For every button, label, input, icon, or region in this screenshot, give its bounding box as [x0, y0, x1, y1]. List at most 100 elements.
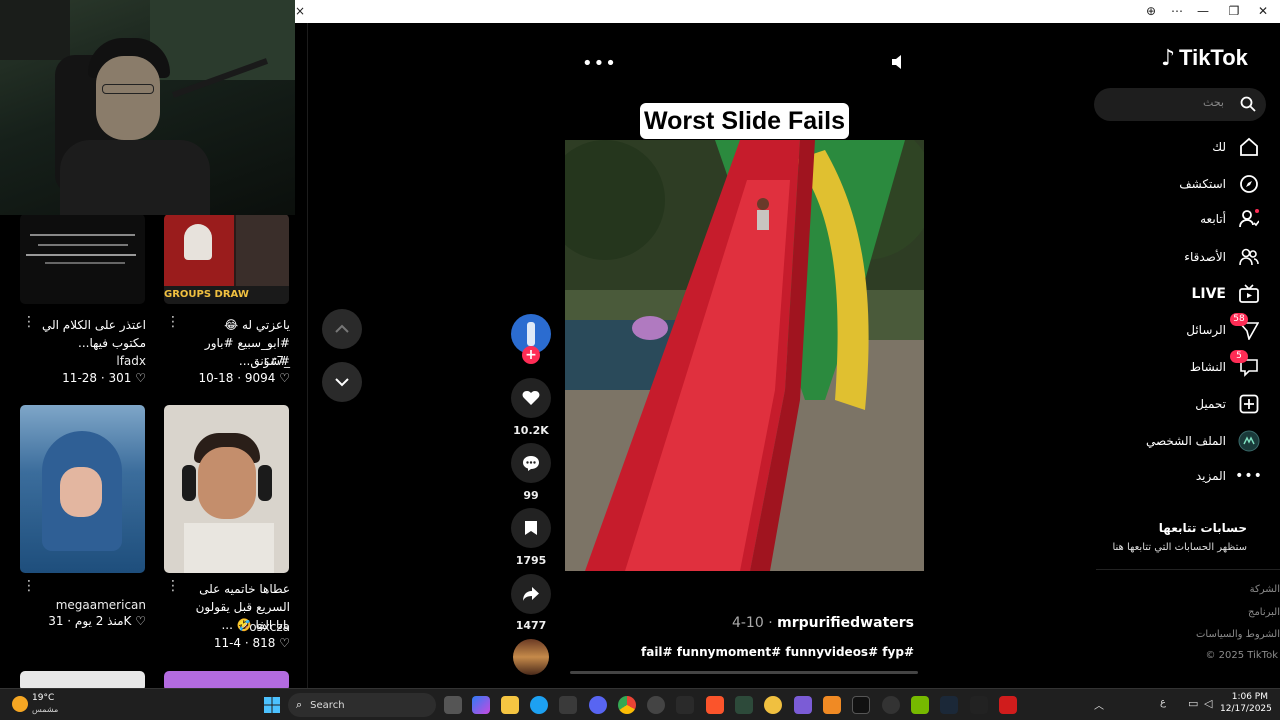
terminal-icon[interactable] [735, 696, 753, 714]
volume-icon[interactable] [890, 53, 906, 71]
app-icon[interactable] [823, 696, 841, 714]
share-button[interactable] [511, 574, 551, 614]
weather-temp[interactable]: 19°C [32, 693, 54, 703]
kebab-icon[interactable]: ⋮ [166, 314, 180, 330]
video-thumbnail[interactable] [20, 671, 145, 688]
tiktok-logo[interactable]: ♪ TikTok [1161, 44, 1261, 72]
chevron-down-icon [335, 378, 349, 387]
music-disc-icon[interactable] [513, 639, 549, 675]
discord-icon[interactable] [589, 696, 607, 714]
app-icon[interactable] [999, 696, 1017, 714]
messages-badge: 58 [1230, 313, 1248, 326]
zoom-icon[interactable]: ⊕ [1142, 3, 1160, 19]
volume-icon[interactable]: ◁ [1204, 697, 1212, 710]
kebab-icon[interactable]: ⋮ [166, 578, 180, 594]
store-icon[interactable] [559, 696, 577, 714]
search-icon[interactable] [1240, 96, 1256, 112]
video-title-overlay: Worst Slide Fails [640, 103, 849, 139]
sidebar-item-live[interactable]: LIVE [1191, 282, 1260, 306]
sidebar-item-explore[interactable]: استكشف [1179, 172, 1260, 196]
edge-icon[interactable] [530, 696, 548, 714]
more-icon: ••• [1235, 468, 1263, 484]
clock-date[interactable]: 12/17/2025 [1220, 704, 1272, 714]
heart-outline-icon: ♡ [135, 614, 146, 628]
file-explorer-icon[interactable] [501, 696, 519, 714]
sidebar-item-profile[interactable]: الملف الشخصي [1146, 429, 1260, 453]
friends-icon [1238, 246, 1260, 268]
footer-terms-link[interactable]: الشروط والسياسات [1196, 629, 1280, 640]
video-author[interactable]: osxcza [182, 620, 290, 634]
more-options-icon[interactable]: ••• [582, 53, 617, 74]
video-date: 10-18 [198, 371, 234, 385]
kebab-icon[interactable]: ⋮ [22, 314, 36, 330]
follow-plus-icon[interactable]: + [522, 346, 540, 364]
maximize-button[interactable]: ❐ [1225, 3, 1243, 19]
chrome-icon[interactable] [618, 696, 636, 714]
video-thumbnail[interactable] [20, 405, 145, 573]
footer-company-link[interactable]: الشركة [1250, 584, 1280, 595]
nvidia-icon[interactable] [911, 696, 929, 714]
app-icon[interactable] [882, 696, 900, 714]
comment-button[interactable] [511, 443, 551, 483]
task-view-icon[interactable] [444, 696, 462, 714]
video-author[interactable]: lfadx [40, 354, 146, 368]
taskbar-search[interactable]: ⌕ Search [288, 693, 436, 717]
sidebar-item-messages[interactable]: الرسائل 58 [1186, 313, 1260, 342]
save-button[interactable] [511, 508, 551, 548]
kebab-icon[interactable]: ⋮ [22, 578, 36, 594]
video-thumbnail[interactable] [164, 405, 289, 573]
sidebar-item-more[interactable]: المزيد ••• [1196, 464, 1263, 488]
sidebar-item-home[interactable]: لك [1212, 135, 1260, 159]
tiktok-taskbar-icon[interactable] [852, 696, 870, 714]
sidebar-item-activity[interactable]: النشاط 5 [1189, 350, 1260, 379]
footer-program-link[interactable]: البرنامج [1248, 607, 1280, 618]
video-author[interactable]: megaamerican [40, 598, 146, 612]
close-window-button[interactable]: ✕ [1254, 3, 1272, 19]
heart-outline-icon: ♡ [135, 371, 146, 385]
video-thumbnail[interactable] [164, 671, 289, 688]
video-thumbnail[interactable] [20, 214, 145, 304]
search-input[interactable]: بحث [1094, 88, 1266, 121]
video-author[interactable]: r.r7_ [182, 354, 290, 368]
video-date: 11-28 [62, 371, 98, 385]
video-caption: اعتذر على الكلام الي مكتوب فيها... [42, 318, 146, 350]
language-indicator[interactable]: ع [1160, 697, 1166, 708]
bookmark-icon [525, 521, 537, 535]
footer-copyright: © 2025 TikTok [1205, 650, 1279, 661]
previous-video-button[interactable] [322, 309, 362, 349]
activity-icon: 5 [1230, 350, 1260, 378]
search-icon: ⌕ [296, 698, 303, 711]
weather-icon[interactable] [12, 696, 28, 712]
like-button[interactable] [511, 378, 551, 418]
brave-icon[interactable] [706, 696, 724, 714]
sidebar-item-friends[interactable]: الأصدقاء [1184, 245, 1260, 269]
clock-time[interactable]: 1:06 PM [1226, 692, 1268, 702]
windows-taskbar: 19°C مشمس ⌕ Search ︿ ع ▭ ◁ 1:06 PM 12/17… [0, 688, 1280, 720]
more-options-icon[interactable]: ⋯ [1168, 3, 1186, 19]
close-icon[interactable]: × [291, 3, 309, 19]
video-date: منذ 2 يوم [74, 614, 124, 628]
video-progress-bar[interactable] [570, 671, 918, 674]
network-icon[interactable]: ▭ [1188, 697, 1198, 710]
chevron-up-icon[interactable]: ︿ [1094, 697, 1104, 712]
windows-start-icon[interactable] [264, 697, 280, 713]
sidebar-item-upload[interactable]: تحميل [1195, 392, 1260, 416]
video-hashtags[interactable]: fail# funnymoment# funnyvideos# fyp# [641, 645, 914, 659]
app-icon[interactable] [794, 696, 812, 714]
taskbar-search-label: Search [310, 699, 345, 711]
app-icon[interactable] [764, 696, 782, 714]
app-icon[interactable] [676, 696, 694, 714]
video-thumbnail[interactable]: GROUPS DRAW [164, 214, 289, 304]
video-player[interactable] [565, 140, 924, 571]
sidebar-item-label: النشاط [1189, 360, 1226, 374]
app-icon[interactable] [970, 696, 988, 714]
app-icon[interactable] [647, 696, 665, 714]
copilot-icon[interactable] [472, 696, 490, 714]
next-video-button[interactable] [322, 362, 362, 402]
minimize-button[interactable]: — [1194, 3, 1212, 19]
window-title-bar: × ⊕ ⋯ — ❐ ✕ [295, 0, 1280, 23]
video-author-name[interactable]: mrpurifiedwaters [777, 615, 914, 631]
logo-text: TikTok [1179, 45, 1248, 70]
steam-icon[interactable] [940, 696, 958, 714]
sidebar-item-following[interactable]: أتابعه [1200, 207, 1260, 231]
